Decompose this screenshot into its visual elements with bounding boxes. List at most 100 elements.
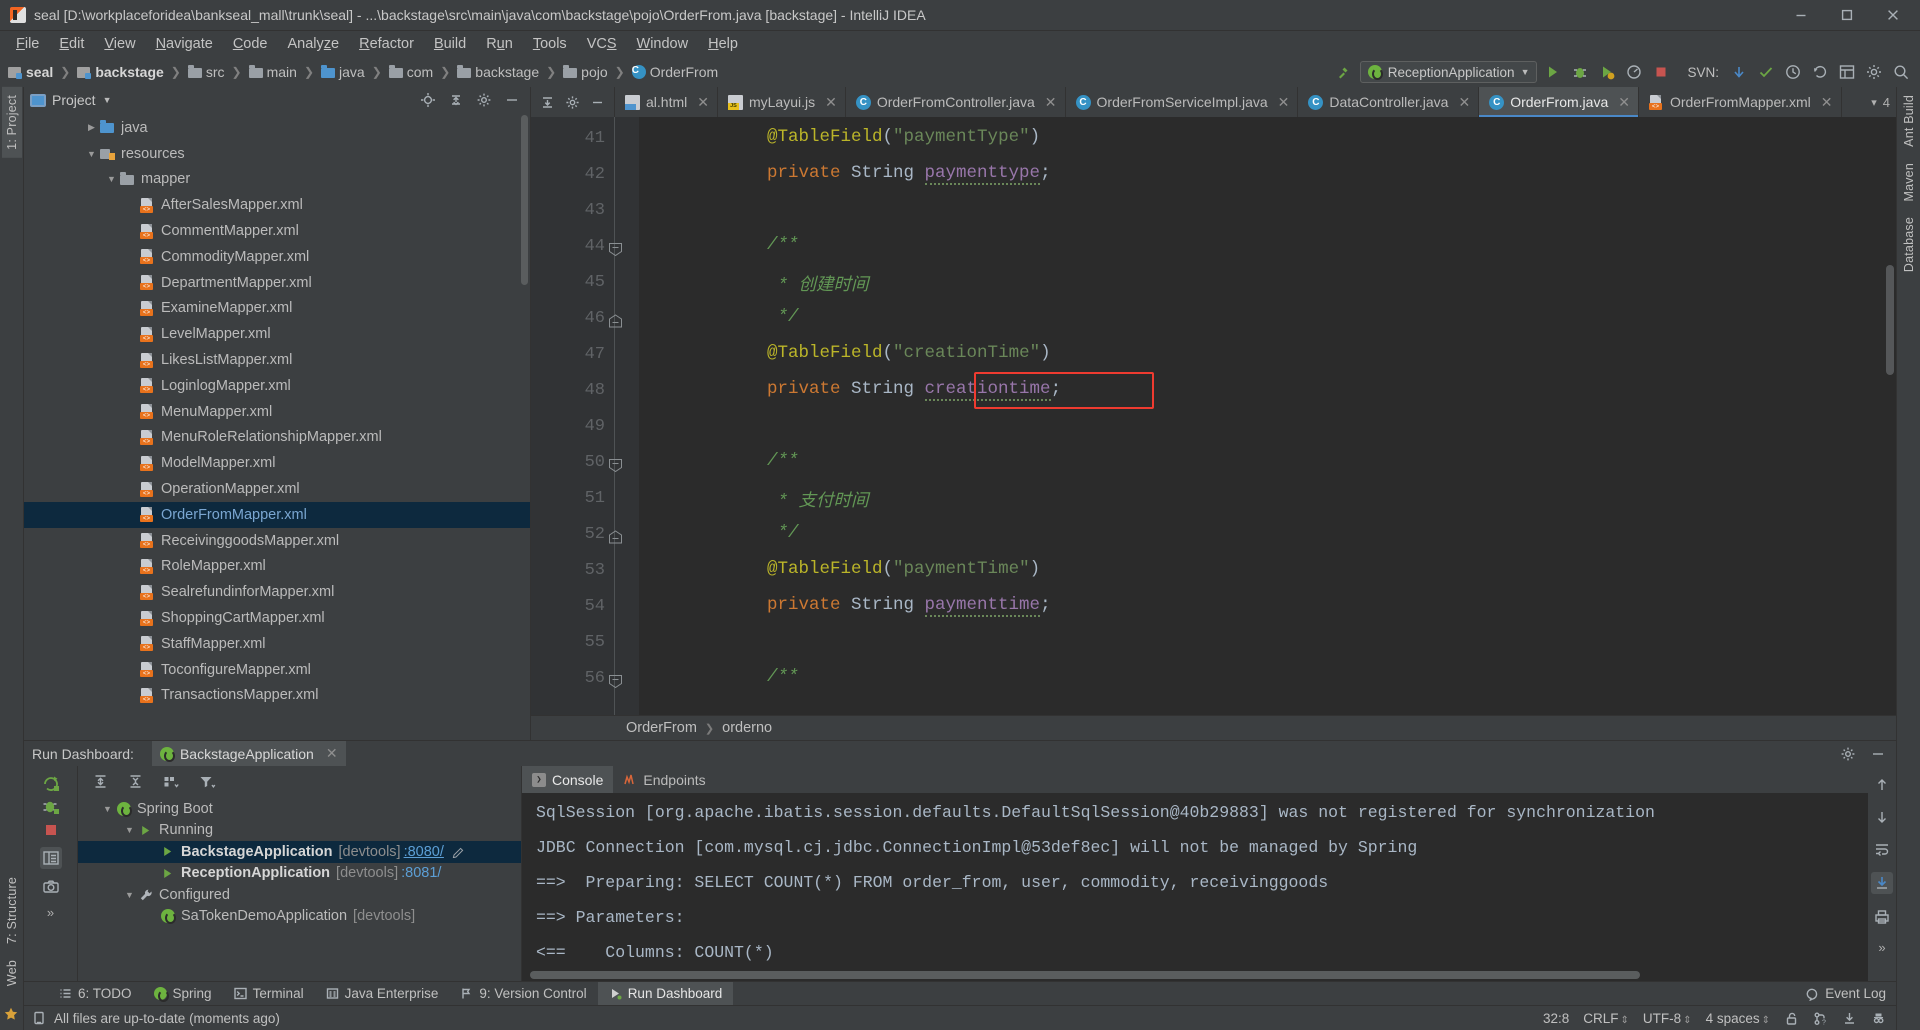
gear-icon[interactable] <box>565 95 580 110</box>
chevron-down-icon[interactable]: ▼ <box>104 174 119 184</box>
breadcrumb-item-orderfrom[interactable]: C OrderFrom <box>630 64 720 80</box>
run-configuration-selector[interactable]: ReceptionApplication ▼ <box>1359 61 1538 83</box>
scroll-down-icon[interactable] <box>1873 808 1891 826</box>
breadcrumb-item-com[interactable]: com <box>387 64 435 80</box>
tab-console[interactable]: ❯ Console <box>522 766 614 793</box>
project-tree-row[interactable]: <> RoleMapper.xml <box>24 554 530 580</box>
breadcrumb-class[interactable]: OrderFrom <box>626 720 697 736</box>
hide-icon[interactable] <box>590 95 605 110</box>
project-structure-icon[interactable] <box>1836 61 1858 83</box>
project-tree-row[interactable]: <> ExamineMapper.xml <box>24 296 530 322</box>
project-tree-row[interactable]: ▶ java <box>24 115 530 141</box>
menu-edit[interactable]: Edit <box>49 34 94 54</box>
chevron-right-icon[interactable]: ▶ <box>84 122 99 133</box>
minimize-button[interactable] <box>1778 0 1824 31</box>
print-icon[interactable] <box>1873 908 1891 926</box>
fold-start-icon[interactable] <box>608 458 623 473</box>
code-editor[interactable]: 41 42 43 44 45 46 47 48 49 50 51 52 53 54 55 56 @TableF… <box>531 117 1896 715</box>
run-dashboard-row[interactable]: SaTokenDemoApplication [devtools] <box>78 906 521 928</box>
close-icon[interactable]: ✕ <box>1458 94 1470 111</box>
favorites-icon[interactable] <box>3 1006 21 1024</box>
debug-icon[interactable] <box>1569 61 1591 83</box>
menu-file[interactable]: File <box>6 34 49 54</box>
console-output[interactable]: SqlSession [org.apache.ibatis.session.de… <box>522 793 1868 981</box>
group-icon[interactable] <box>162 773 180 790</box>
soft-wrap-icon[interactable] <box>1873 840 1891 858</box>
close-icon[interactable]: ✕ <box>326 745 338 762</box>
project-tree-row[interactable]: <> LevelMapper.xml <box>24 321 530 347</box>
close-icon[interactable]: ✕ <box>1618 94 1630 111</box>
sidebar-item-structure[interactable]: 7: Structure <box>2 869 22 952</box>
sidebar-item-maven[interactable]: Maven <box>1899 155 1919 210</box>
more-options-icon[interactable]: » <box>1878 940 1885 955</box>
git-branch-icon[interactable]: ? <box>1813 1011 1828 1026</box>
svn-history-icon[interactable] <box>1782 61 1804 83</box>
run-coverage-icon[interactable] <box>1596 61 1618 83</box>
run-icon[interactable] <box>1542 61 1564 83</box>
stop-icon[interactable] <box>41 820 61 840</box>
svn-revert-icon[interactable] <box>1809 61 1831 83</box>
sidebar-item-web[interactable]: Web <box>2 952 22 1000</box>
scroll-up-icon[interactable] <box>1873 776 1891 794</box>
settings-icon[interactable] <box>476 92 492 108</box>
menu-build[interactable]: Build <box>424 34 476 54</box>
project-tree-row[interactable]: <> CommodityMapper.xml <box>24 244 530 270</box>
breadcrumb-item-pojo[interactable]: pojo <box>561 64 609 80</box>
maximize-button[interactable] <box>1824 0 1870 31</box>
editor-tab-orderfromserviceimpl-java[interactable]: C OrderFromServiceImpl.java ✕ <box>1066 87 1299 117</box>
download-icon[interactable] <box>1842 1011 1857 1026</box>
editor-scroll-thumb[interactable] <box>1886 265 1894 375</box>
settings-icon[interactable] <box>1863 61 1885 83</box>
menu-tools[interactable]: Tools <box>523 34 577 54</box>
rerun-icon[interactable] <box>41 774 61 794</box>
editor-tab-orderfrom-java[interactable]: C OrderFrom.java ✕ <box>1479 87 1639 117</box>
editor-tab-datacontroller-java[interactable]: C DataController.java ✕ <box>1298 87 1480 117</box>
project-tree-row[interactable]: <> ModelMapper.xml <box>24 450 530 476</box>
menu-view[interactable]: View <box>94 34 145 54</box>
close-icon[interactable]: ✕ <box>825 94 837 111</box>
stop-icon[interactable] <box>1650 61 1672 83</box>
project-tree-row[interactable]: <> MenuMapper.xml <box>24 399 530 425</box>
menu-run[interactable]: Run <box>476 34 523 54</box>
sidebar-item-database[interactable]: Database <box>1899 209 1919 280</box>
close-icon[interactable]: ✕ <box>1821 94 1833 111</box>
tool-window-terminal[interactable]: Terminal <box>223 982 315 1006</box>
project-tree-row[interactable]: <> AfterSalesMapper.xml <box>24 192 530 218</box>
run-dashboard-row-selected[interactable]: BackstageApplication [devtools]:8080/ <box>78 841 521 863</box>
project-tree-row[interactable]: <> TransactionsMapper.xml <box>24 683 530 709</box>
chevron-down-icon[interactable]: ▼ <box>122 825 137 835</box>
sidebar-item-ant-build[interactable]: Ant Build <box>1899 87 1919 155</box>
menu-refactor[interactable]: Refactor <box>349 34 424 54</box>
menu-help[interactable]: Help <box>698 34 748 54</box>
tool-window-run-dashboard[interactable]: Run Dashboard <box>597 981 734 1006</box>
svn-update-icon[interactable] <box>1728 61 1750 83</box>
breadcrumb-field[interactable]: orderno <box>722 720 772 736</box>
project-tree-row[interactable]: <> ToconfigureMapper.xml <box>24 657 530 683</box>
breadcrumb-item-seal[interactable]: seal <box>6 64 55 80</box>
locate-file-icon[interactable] <box>420 92 436 108</box>
indent-setting[interactable]: 4 spaces ⇕ <box>1706 1011 1770 1026</box>
close-icon[interactable]: ✕ <box>1045 94 1057 111</box>
event-log-label[interactable]: Event Log <box>1825 986 1886 1001</box>
breadcrumb-item-backstage-pkg[interactable]: backstage <box>455 64 541 80</box>
project-tree-row[interactable]: <> LoginlogMapper.xml <box>24 373 530 399</box>
breadcrumb-item-backstage[interactable]: backstage <box>75 64 165 80</box>
tab-overflow-chevron-icon[interactable]: ▾ <box>1871 96 1877 109</box>
search-everywhere-icon[interactable] <box>1890 61 1912 83</box>
settings-icon[interactable] <box>1840 746 1856 762</box>
fold-start-icon[interactable] <box>608 674 623 689</box>
tool-window-version-control[interactable]: 9: Version Control <box>449 982 597 1006</box>
tool-window-todo[interactable]: 6: TODO <box>48 982 143 1006</box>
sidebar-item-project[interactable]: 1: Project <box>1 87 22 158</box>
chevron-down-icon[interactable]: ▼ <box>122 890 137 900</box>
run-node-port-link[interactable]: :8080/ <box>404 844 444 860</box>
caret-position[interactable]: 32:8 <box>1543 1011 1569 1026</box>
run-dashboard-tab-backstage[interactable]: BackstageApplication ✕ <box>151 740 346 767</box>
project-file-tree[interactable]: ▶ java ▼ resources ▼ mapper <> AfterSalesMapper… <box>24 113 530 740</box>
collapse-all-icon[interactable] <box>127 773 144 790</box>
chevron-down-icon[interactable]: ▼ <box>103 95 112 105</box>
breadcrumb-item-main[interactable]: main <box>247 64 299 80</box>
tool-window-java-enterprise[interactable]: Java Enterprise <box>315 982 450 1006</box>
editor-tab-orderfrommapper-xml[interactable]: <> OrderFromMapper.xml ✕ <box>1639 87 1842 117</box>
close-icon[interactable]: ✕ <box>1278 94 1290 111</box>
